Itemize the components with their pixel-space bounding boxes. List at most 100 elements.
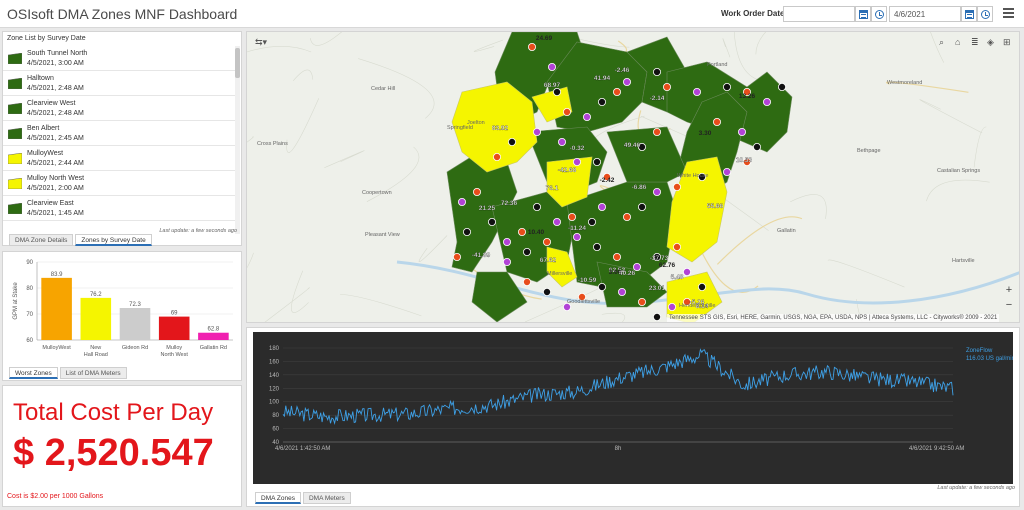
meter-point [737, 128, 746, 137]
meter-point [612, 252, 621, 261]
zone-list-scrollbar[interactable] [235, 46, 240, 234]
zone-value-label: -6.86 [632, 184, 647, 191]
y-tick-label: 90 [26, 260, 33, 266]
map-road [310, 32, 342, 46]
x-tick-label: Mulloy [166, 345, 182, 351]
tab-list-of-dma-meters[interactable]: List of DMA Meters [59, 367, 127, 379]
meter-point [572, 232, 581, 241]
tab-worst-zones[interactable]: Worst Zones [9, 367, 58, 379]
tab-dma-zones[interactable]: DMA Zones [255, 492, 301, 504]
map-road [340, 294, 422, 317]
zone-value-label: 3.30 [699, 130, 712, 137]
zone-color-flag-icon [8, 203, 22, 214]
zone-list-item[interactable]: MulloyWest 4/5/2021, 2:44 AM [3, 146, 235, 171]
clock-icon [981, 10, 990, 19]
zone-list-item[interactable]: Clearview West 4/5/2021, 2:48 AM [3, 96, 235, 121]
zone-value-label: 62.76 [659, 262, 676, 269]
end-clock-button[interactable] [977, 6, 993, 22]
zone-list-item[interactable]: Ben Albert 4/5/2021, 2:45 AM [3, 121, 235, 146]
map-pan-icon[interactable]: ⇆▾ [255, 37, 267, 48]
meter-point [562, 108, 571, 117]
meter-point [763, 98, 772, 107]
meter-point [637, 297, 646, 306]
clock-icon [875, 10, 884, 19]
zone-date: 4/5/2021, 2:48 AM [27, 110, 84, 117]
list-icon[interactable]: ≣ [971, 37, 979, 48]
start-clock-button[interactable] [871, 6, 887, 22]
zone-value-label: 24.69 [536, 35, 553, 42]
zone-flow-tabs: DMA Zones DMA Meters [255, 492, 351, 504]
zone-value-label: 55.66 [707, 203, 724, 210]
zone-value-label: 21.25 [479, 205, 496, 212]
zone-value-label: -10.59 [578, 277, 597, 284]
zone-value-label: 49.46 [624, 142, 641, 149]
zone-date: 4/5/2021, 2:44 AM [27, 160, 84, 167]
hamburger-icon[interactable] [1003, 8, 1014, 18]
grid-icon[interactable]: ⊞ [1003, 37, 1011, 48]
meter-point [527, 42, 536, 51]
map-canvas[interactable]: 24.69 68.97 41.94 -2.46 -2.14 13.26 83.92 -42.6… [247, 32, 1020, 323]
cost-value: $ 2,520.547 [13, 432, 214, 474]
zone-list-item[interactable]: Clearview East 4/5/2021, 1:45 AM [3, 196, 235, 221]
zoom-out-button[interactable]: − [1003, 299, 1015, 311]
zone-date: 4/5/2021, 2:00 AM [27, 185, 84, 192]
map-road [790, 194, 827, 220]
bar [41, 277, 72, 340]
meter-point [612, 88, 621, 97]
meter-point [552, 217, 561, 226]
map-place-label: White House [677, 173, 709, 179]
end-date-input[interactable]: 4/6/2021 [889, 6, 961, 22]
map-road [418, 235, 448, 262]
zone-list-item[interactable]: Halltown 4/5/2021, 2:48 AM [3, 71, 235, 96]
map-road [358, 58, 435, 119]
map-place-label: Cross Plains [257, 141, 288, 147]
legend-series-name: ZoneFlow [966, 348, 993, 354]
map-road [926, 179, 990, 202]
start-date-input[interactable] [783, 6, 855, 22]
zone-value-label: -2.46 [615, 67, 630, 74]
map-place-label: Pleasant View [365, 232, 400, 238]
zone-name: South Tunnel North [27, 50, 88, 57]
tab-zones-by-survey-date[interactable]: Zones by Survey Date [75, 234, 152, 246]
calendar-icon [859, 10, 868, 19]
map-place-label: Westmoreland [887, 80, 922, 86]
meter-point [617, 287, 626, 296]
zone-list-item[interactable]: Mulloy North West 4/5/2021, 2:00 AM [3, 171, 235, 196]
map-road [324, 150, 365, 169]
map-place-label: Castalian Springs [937, 168, 980, 174]
map-road [473, 39, 503, 52]
meter-point [752, 143, 761, 152]
zone-date: 4/5/2021, 2:48 AM [27, 85, 84, 92]
home-icon[interactable]: ⌂ [955, 37, 960, 47]
zone-date: 4/5/2021, 3:00 AM [27, 60, 84, 67]
y-tick-label: 160 [269, 359, 280, 365]
map-place-label: Coopertown [362, 190, 392, 196]
tab-dma-zone-details[interactable]: DMA Zone Details [9, 234, 74, 246]
bar [198, 332, 229, 340]
zone-name: Ben Albert [27, 125, 60, 132]
zone-list-last-update: Last update: a few seconds ago [159, 228, 237, 234]
map-road [264, 287, 310, 322]
zone-value-label: 10.40 [528, 229, 545, 236]
meter-point [522, 277, 531, 286]
zone-name: Halltown [27, 75, 54, 82]
zone-list-item[interactable]: South Tunnel North 4/5/2021, 3:00 AM [3, 46, 235, 71]
meter-point [592, 158, 601, 167]
meter-point [652, 128, 661, 137]
x-tick-label: Gideon Rd [122, 345, 148, 351]
map-panel[interactable]: 24.69 68.97 41.94 -2.46 -2.14 13.26 83.92 -42.6… [246, 31, 1020, 323]
tab-dma-meters[interactable]: DMA Meters [302, 492, 351, 504]
zone-value-label: -0.32 [570, 145, 585, 152]
scroll-thumb[interactable] [235, 48, 240, 78]
search-icon[interactable]: ⌕ [939, 37, 944, 48]
start-calendar-button[interactable] [855, 6, 871, 22]
end-calendar-button[interactable] [961, 6, 977, 22]
worst-zones-chart: 60 70 80 90 GPM at Stake 83.9 MulloyWest 76.2 Ne… [13, 260, 233, 358]
zone-date: 4/5/2021, 1:45 AM [27, 210, 84, 217]
meter-point [552, 88, 561, 97]
meter-point [597, 202, 606, 211]
zone-value-label: 10.53 [736, 157, 753, 164]
zoom-in-button[interactable]: + [1003, 284, 1015, 296]
meter-point [502, 237, 511, 246]
layers-icon[interactable]: ◈ [987, 37, 994, 48]
